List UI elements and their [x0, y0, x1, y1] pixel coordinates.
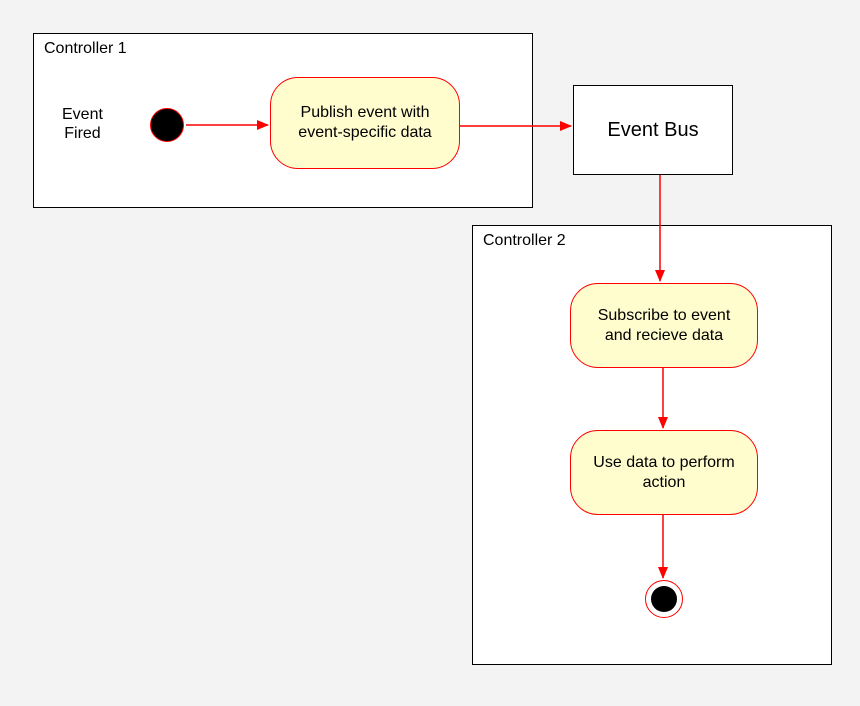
event-bus-box: Event Bus [573, 85, 733, 175]
use-data-activity: Use data to perform action [570, 430, 758, 515]
publish-event-text: Publish event with event-specific data [285, 103, 445, 143]
event-fired-label: Event Fired [62, 105, 103, 143]
use-data-text: Use data to perform action [585, 453, 743, 493]
controller-2-title: Controller 2 [483, 232, 566, 250]
controller-1-title: Controller 1 [44, 40, 127, 58]
publish-event-activity: Publish event with event-specific data [270, 77, 460, 169]
subscribe-text: Subscribe to event and recieve data [585, 306, 743, 346]
subscribe-activity: Subscribe to event and recieve data [570, 283, 758, 368]
event-fired-line-1: Event [62, 106, 103, 123]
final-node-icon [645, 580, 683, 618]
event-bus-label: Event Bus [607, 119, 698, 142]
event-fired-line-2: Fired [64, 125, 100, 142]
initial-node-icon [150, 108, 184, 142]
final-node-inner-icon [651, 586, 677, 612]
